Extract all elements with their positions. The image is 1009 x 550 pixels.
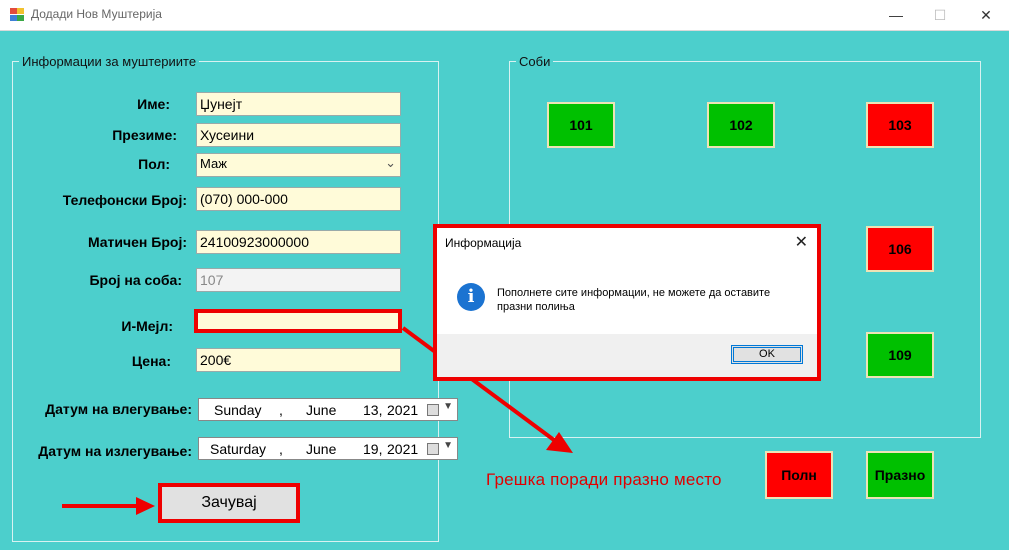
- dialog-message: Пополнете сите информации, не можете да …: [497, 287, 771, 313]
- info-icon: i: [457, 283, 485, 311]
- ok-button[interactable]: OK: [731, 345, 803, 364]
- arrow-to-save-head: [136, 497, 155, 515]
- dialog-title: Информација: [445, 236, 522, 250]
- info-dialog: Информација ✕ i Пополнете сите информаци…: [433, 224, 821, 381]
- dialog-footer: OK: [437, 334, 817, 377]
- dialog-close-icon[interactable]: ✕: [795, 232, 808, 252]
